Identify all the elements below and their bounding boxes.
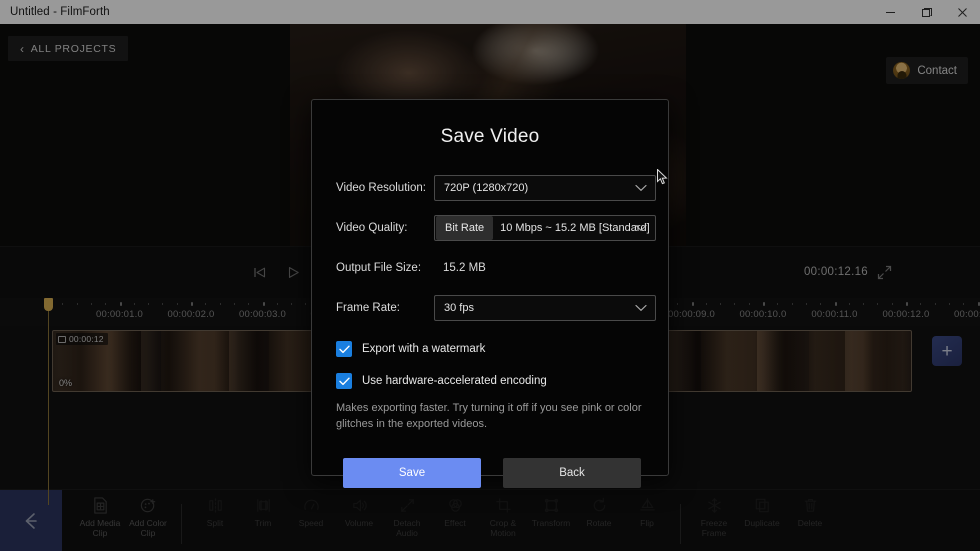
quality-label: Video Quality:	[336, 222, 408, 234]
watermark-checkbox[interactable]	[336, 341, 352, 357]
framerate-value: 30 fps	[444, 302, 474, 314]
filesize-row: Output File Size: 15.2 MB	[336, 255, 668, 281]
resolution-value: 720P (1280x720)	[444, 182, 529, 194]
filesize-value: 15.2 MB	[443, 262, 486, 274]
quality-select[interactable]: Bit Rate 10 Mbps ~ 15.2 MB [Standard]	[434, 215, 656, 241]
chevron-down-icon	[635, 299, 647, 317]
resolution-row: Video Resolution: 720P (1280x720)	[336, 175, 668, 201]
watermark-label: Export with a watermark	[362, 343, 486, 355]
resolution-label: Video Resolution:	[336, 182, 426, 194]
bitrate-tag-button[interactable]: Bit Rate	[436, 216, 494, 240]
chevron-down-icon	[635, 179, 647, 197]
mouse-cursor	[657, 168, 668, 190]
filesize-label: Output File Size:	[336, 262, 422, 274]
save-video-dialog: Save Video Video Resolution: 720P (1280x…	[311, 99, 669, 488]
resolution-select[interactable]: 720P (1280x720)	[434, 175, 656, 201]
hwaccel-checkbox[interactable]	[336, 373, 352, 389]
hwaccel-help-text: Makes exporting faster. Try turning it o…	[336, 402, 642, 430]
quality-row: Video Quality: Bit Rate 10 Mbps ~ 15.2 M…	[336, 215, 668, 241]
framerate-row: Frame Rate: 30 fps	[336, 295, 668, 321]
back-button[interactable]: Back	[503, 458, 641, 488]
save-button[interactable]: Save	[343, 458, 481, 488]
hwaccel-label: Use hardware-accelerated encoding	[362, 375, 547, 387]
dialog-actions: Save Back	[343, 458, 668, 488]
dialog-title: Save Video	[440, 126, 540, 147]
filmforth-window: Untitled - FilmForth ‹ ALL PROJECTS Cont…	[0, 0, 980, 551]
framerate-select[interactable]: 30 fps	[434, 295, 656, 321]
framerate-label: Frame Rate:	[336, 302, 400, 314]
chevron-down-icon	[635, 219, 647, 237]
quality-value: 10 Mbps ~ 15.2 MB [Standard]	[500, 222, 650, 234]
watermark-checkbox-row[interactable]: Export with a watermark	[336, 338, 668, 360]
hwaccel-checkbox-row[interactable]: Use hardware-accelerated encoding	[336, 370, 668, 392]
